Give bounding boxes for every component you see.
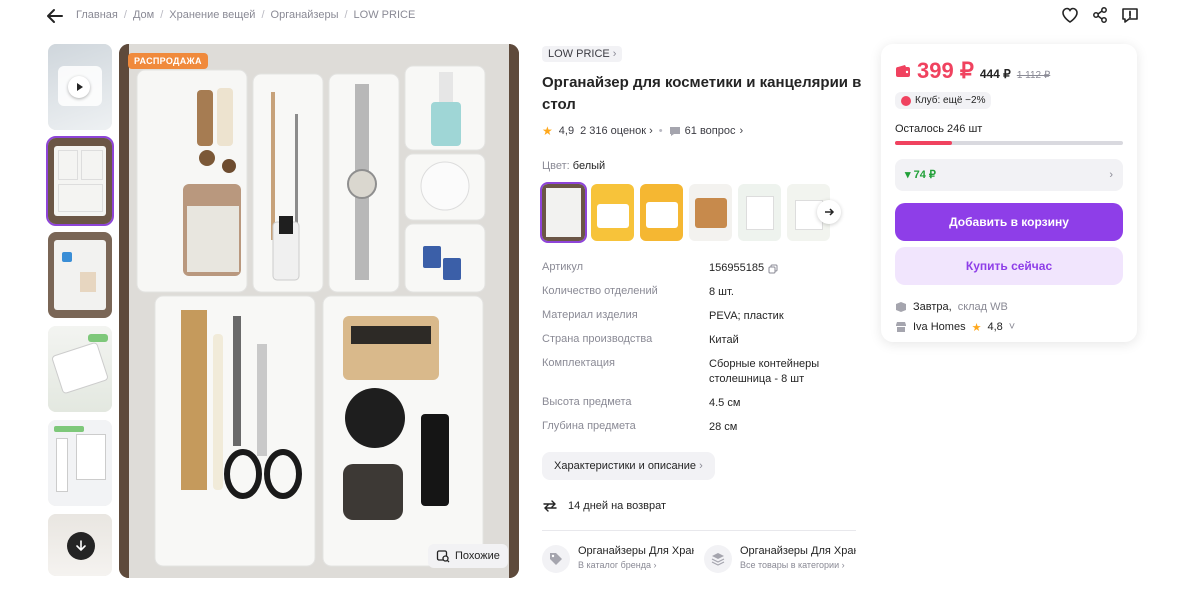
top-actions: [1060, 5, 1140, 25]
price-without-wallet: 444 ₽: [979, 67, 1011, 81]
color-swatch[interactable]: [591, 184, 634, 241]
arrow-right-icon: [825, 208, 835, 216]
color-swatch[interactable]: [689, 184, 732, 241]
thumbnail-image[interactable]: [48, 232, 112, 318]
chevron-down-icon: ˅: [1008, 321, 1016, 333]
search-similar-icon: [436, 550, 450, 563]
top-bar: Главная / Дом / Хранение вещей / Органайзер…: [0, 0, 1200, 32]
breadcrumb-item[interactable]: Хранение вещей: [169, 9, 255, 21]
thumbnail-video[interactable]: [48, 44, 112, 130]
tag-icon: [542, 545, 570, 573]
arrow-down-icon: [76, 540, 86, 552]
play-icon: [68, 76, 90, 98]
spec-row: Комплектация Сборные контейнеры столешниц…: [542, 357, 820, 385]
chevron-right-icon: ›: [1109, 168, 1113, 181]
return-policy: 14 дней на возврат: [542, 498, 862, 514]
seller-name: Iva Homes: [913, 321, 966, 333]
similar-button[interactable]: Похожие: [428, 544, 508, 568]
specs-table: Артикул 156955185 Количество отделений 8 …: [542, 261, 862, 435]
divider: [542, 530, 856, 531]
old-price: 1 112 ₽: [1016, 70, 1051, 81]
seller-link[interactable]: Iva Homes ★ 4,8 ˅: [895, 321, 1123, 334]
club-discount[interactable]: Клуб: ещё −2%: [895, 92, 992, 109]
breadcrumb-item[interactable]: LOW PRICE: [354, 9, 416, 21]
star-icon: ★: [971, 321, 982, 334]
brand-link[interactable]: LOW PRICE ›: [542, 46, 623, 62]
installment-row[interactable]: ▾ 74 ₽ ›: [895, 158, 1123, 191]
color-swatches: [540, 182, 862, 243]
brand-name: LOW PRICE: [548, 48, 610, 60]
club-icon: [901, 95, 911, 106]
wallet-icon: [896, 65, 910, 77]
similar-label: Похожие: [455, 550, 500, 562]
swatches-next-button[interactable]: [817, 200, 841, 224]
buy-now-button[interactable]: Купить сейчас: [895, 246, 1123, 285]
spec-row: Количество отделений 8 шт.: [542, 285, 734, 298]
back-arrow-icon[interactable]: [44, 5, 66, 27]
organizer-photo: [119, 44, 519, 578]
article-number: 156955185: [709, 262, 765, 274]
thumbnail-image[interactable]: [48, 420, 112, 506]
questions-link[interactable]: 61 вопрос ›: [669, 125, 743, 137]
shop-icon: [896, 322, 906, 332]
return-text: 14 дней на возврат: [568, 500, 666, 512]
rating-value: 4,9: [558, 125, 575, 137]
rating-row: ★ 4,9 2 316 оценок › • 61 вопрос ›: [542, 124, 744, 138]
thumbnail-image[interactable]: [46, 136, 114, 226]
return-arrows-icon: [543, 500, 557, 512]
main-product-image[interactable]: [119, 44, 519, 578]
characteristics-button[interactable]: Характеристики и описание ›: [542, 452, 715, 480]
breadcrumb-item[interactable]: Главная: [76, 9, 118, 21]
box-icon: [896, 301, 906, 312]
thumbnail-list: [46, 44, 114, 584]
stock-text: Осталось 246 шт: [895, 122, 983, 135]
brand-catalog-link[interactable]: Органайзеры Для Хранения В каталог бренд…: [542, 545, 694, 573]
stock-bar-fill: [895, 140, 952, 145]
chevron-right-icon: ›: [699, 460, 703, 472]
product-title: Органайзер для косметики и канцелярии в …: [542, 74, 862, 113]
category-links: Органайзеры Для Хранения В каталог бренд…: [542, 545, 862, 573]
seller-rating: 4,8: [987, 321, 1003, 333]
installment-amount: ▾ 74 ₽: [905, 169, 936, 181]
price: 399 ₽: [917, 58, 974, 83]
chevron-right-icon: ›: [612, 48, 617, 60]
sale-badge: РАСПРОДАЖА: [128, 53, 208, 69]
stack-icon: [704, 545, 732, 573]
share-icon[interactable]: [1090, 5, 1110, 25]
breadcrumb: Главная / Дом / Хранение вещей / Органайзер…: [76, 9, 416, 21]
spec-row: Высота предмета 4.5 см: [542, 396, 741, 409]
category-all-link[interactable]: Органайзеры Для Хранения Все товары в ка…: [704, 545, 856, 573]
spec-row: Артикул 156955185: [542, 261, 862, 276]
color-swatch[interactable]: [738, 184, 781, 241]
color-swatch[interactable]: [540, 182, 587, 243]
color-label: Цвет: белый: [542, 160, 606, 172]
thumbnail-image[interactable]: [48, 326, 112, 412]
add-to-cart-button[interactable]: Добавить в корзину: [895, 202, 1123, 241]
scroll-down-button[interactable]: [67, 532, 95, 560]
price-row: 399 ₽ 444 ₽ 1 112 ₽: [895, 58, 1123, 84]
breadcrumb-item[interactable]: Дом: [133, 9, 154, 21]
spec-row: Материал изделия PEVA; пластик: [542, 309, 784, 322]
spec-row: Глубина предмета 28 см: [542, 420, 738, 433]
reviews-link[interactable]: 2 316 оценок ›: [580, 125, 653, 137]
breadcrumb-item[interactable]: Органайзеры: [271, 9, 339, 21]
stock-bar: [895, 140, 1123, 145]
product-info: LOW PRICE › Органайзер для косметики и к…: [540, 44, 862, 573]
question-bubble-icon: [669, 127, 680, 136]
star-icon: ★: [542, 124, 553, 138]
color-swatch[interactable]: [640, 184, 683, 241]
spec-row: Страна производства Китай: [542, 333, 739, 346]
heart-icon[interactable]: [1060, 5, 1080, 25]
delivery-info: Завтра, склад WB: [895, 301, 1123, 313]
buy-card: 399 ₽ 444 ₽ 1 112 ₽ Клуб: ещё −2% Остало…: [881, 44, 1137, 342]
copy-icon[interactable]: [768, 264, 778, 274]
report-icon[interactable]: [1120, 5, 1140, 25]
color-value: белый: [572, 160, 606, 172]
